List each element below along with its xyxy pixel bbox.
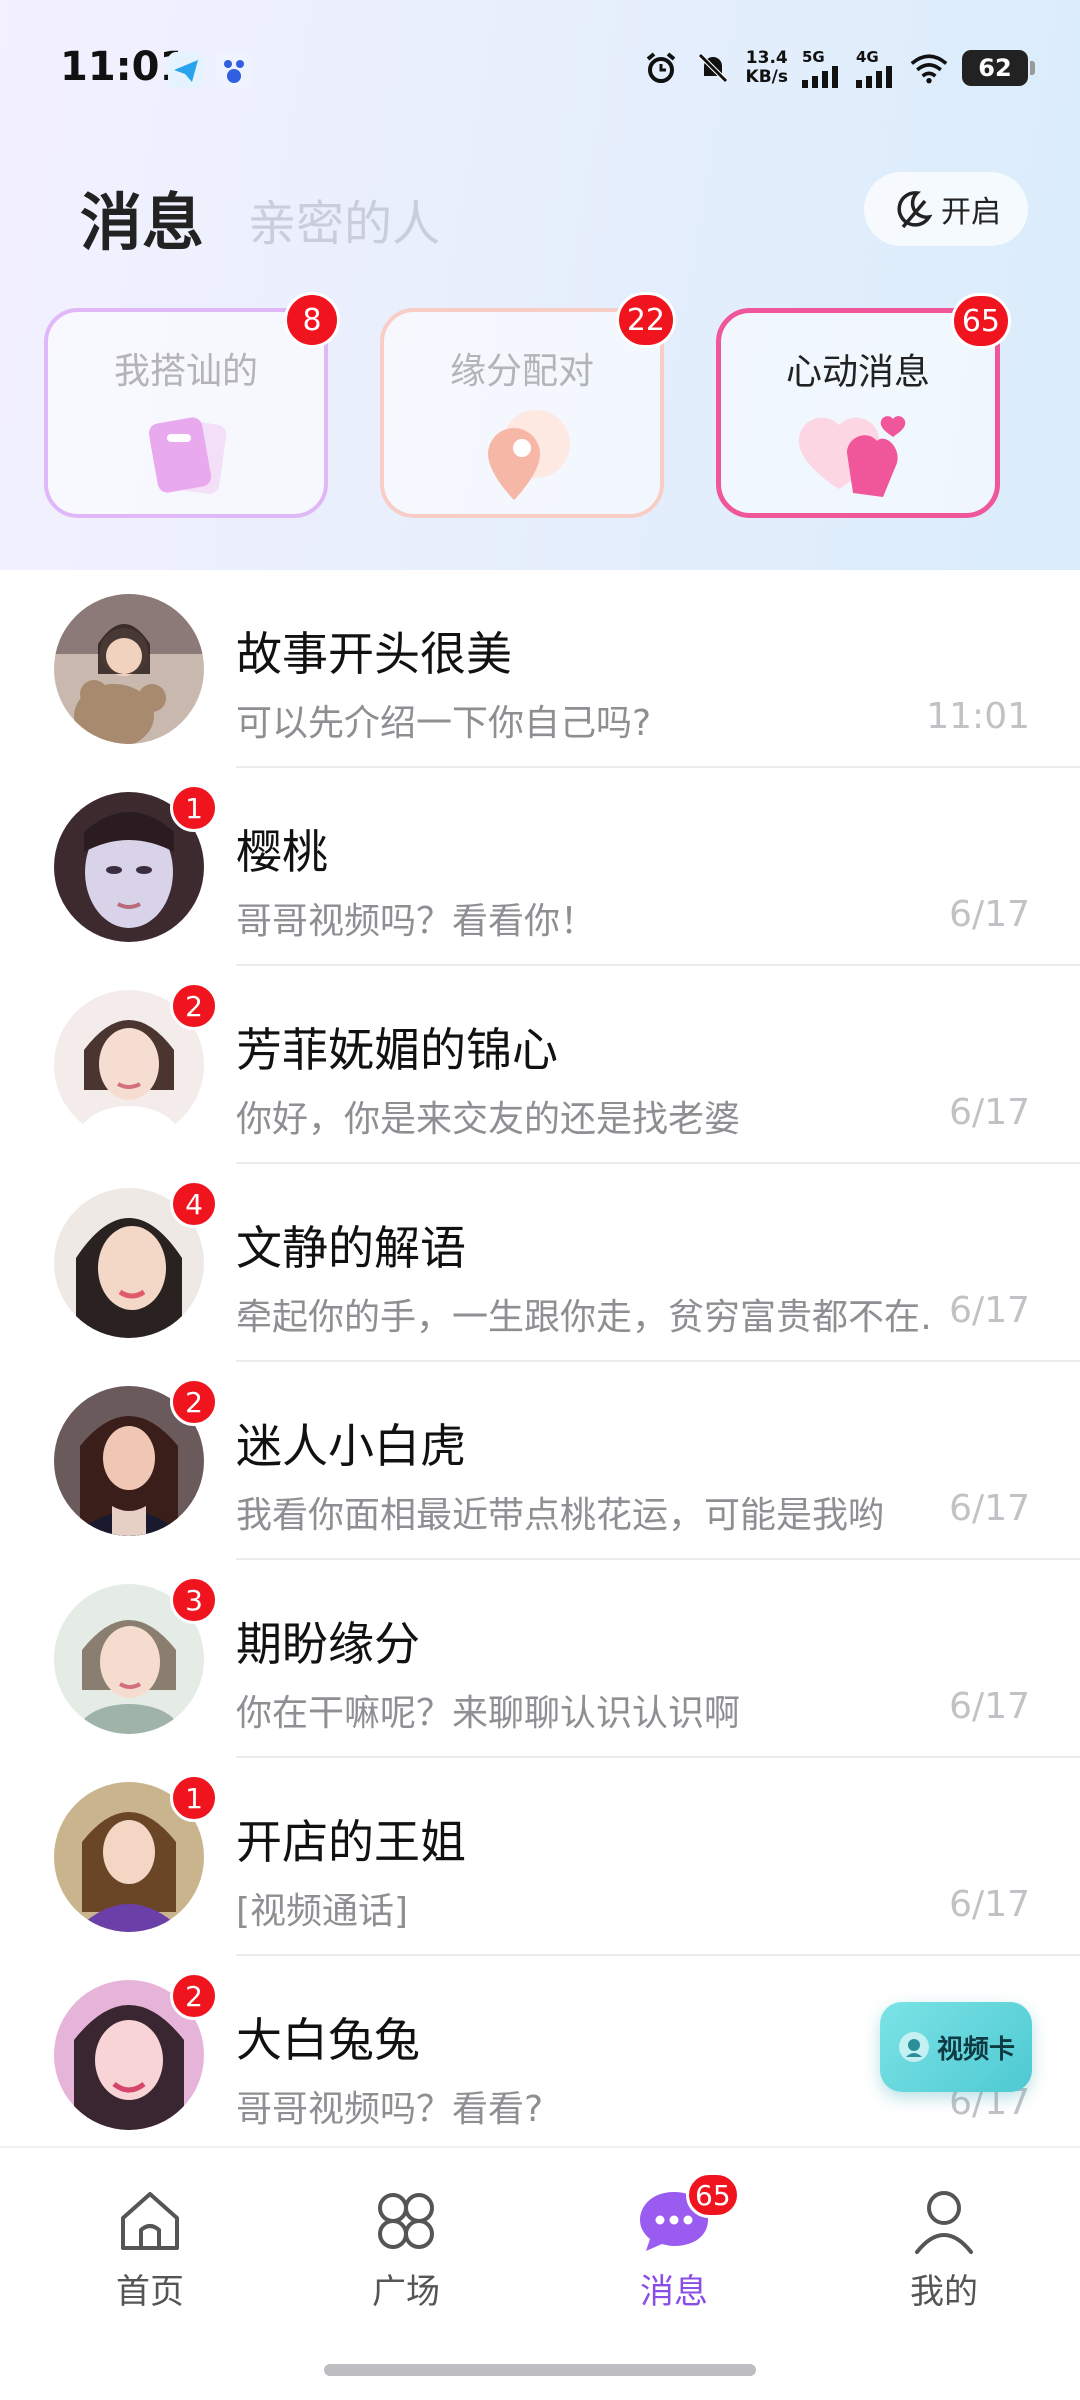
chat-name: 芳菲妩媚的锦心 <box>236 1023 558 1077</box>
video-card-button[interactable]: 视频卡 <box>880 2002 1032 2092</box>
chat-name: 开店的王姐 <box>236 1815 466 1869</box>
signal-4g: 4G <box>856 48 896 88</box>
avatar[interactable] <box>54 594 204 744</box>
unread-badge: 8 <box>284 292 340 348</box>
chat-preview: 你好，你是来交友的还是找老婆 <box>236 1099 741 1140</box>
nav-profile[interactable]: 我的 <box>864 2184 1024 2313</box>
alarm-icon <box>642 49 680 87</box>
mute-icon <box>694 49 732 87</box>
camera-icon <box>898 2032 929 2062</box>
chat-time: 6/17 <box>949 1884 1030 1925</box>
category-card-match[interactable]: 缘分配对 22 <box>380 292 676 518</box>
chat-name: 樱桃 <box>236 825 328 879</box>
unread-badge: 65 <box>686 2172 740 2218</box>
chat-time: 6/17 <box>949 1488 1030 1529</box>
chat-item[interactable]: 3 期盼缘分 你在干嘛呢？来聊聊认识认识啊 6/17 <box>0 1560 1080 1758</box>
wifi-icon <box>910 49 948 87</box>
chat-preview: 你在干嘛呢？来聊聊认识认识啊 <box>236 1693 741 1734</box>
unread-badge: 2 <box>170 1378 218 1426</box>
category-card-approached[interactable]: 我搭讪的 8 <box>44 292 340 518</box>
telegram-icon <box>168 52 204 88</box>
category-card-heartbeat[interactable]: 心动消息 65 <box>716 293 1011 518</box>
chat-preview: [视频通话] <box>236 1891 409 1932</box>
hearts-icon <box>721 401 995 511</box>
chat-item[interactable]: 1 开店的王姐 [视频通话] 6/17 <box>0 1758 1080 1956</box>
unread-badge: 2 <box>170 982 218 1030</box>
location-heart-icon <box>384 400 660 510</box>
chat-preview: 可以先介绍一下你自己吗? <box>236 703 652 744</box>
plaza-icon <box>326 2184 486 2258</box>
nav-messages[interactable]: 65 消息 <box>594 2172 754 2313</box>
status-bar: 11:01 13.4 KB/s 5G 4G 62 <box>0 0 1080 140</box>
chat-list: 故事开头很美 可以先介绍一下你自己吗? 11:01 1 樱桃 哥哥视频吗？看看你… <box>0 570 1080 2154</box>
open-button-label: 开启 <box>941 195 1001 230</box>
unread-badge: 4 <box>170 1180 218 1228</box>
unread-badge: 3 <box>170 1576 218 1624</box>
profile-icon <box>864 2184 1024 2258</box>
page-title: 消息 <box>80 186 205 259</box>
home-icon <box>70 2184 230 2258</box>
chat-time: 6/17 <box>949 894 1030 935</box>
chat-name: 文静的解语 <box>236 1221 466 1275</box>
chat-time: 11:01 <box>926 696 1030 737</box>
chat-item[interactable]: 故事开头很美 可以先介绍一下你自己吗? 11:01 <box>0 570 1080 768</box>
unread-badge: 22 <box>615 292 676 348</box>
unread-badge: 1 <box>170 784 218 832</box>
chat-item[interactable]: 2 迷人小白虎 我看你面相最近带点桃花运，可能是我哟 6/17 <box>0 1362 1080 1560</box>
chat-time: 6/17 <box>949 1092 1030 1133</box>
video-card-label: 视频卡 <box>936 2034 1015 2065</box>
tab-intimate[interactable]: 亲密的人 <box>248 184 440 254</box>
chat-name: 期盼缘分 <box>236 1617 420 1671</box>
bottom-nav: 首页 广场 65 消息 我的 <box>0 2146 1080 2400</box>
chat-preview: 我看你面相最近带点桃花运，可能是我哟 <box>236 1495 885 1536</box>
chat-item[interactable]: 1 樱桃 哥哥视频吗？看看你！ 6/17 <box>0 768 1080 966</box>
nav-plaza[interactable]: 广场 <box>326 2184 486 2313</box>
message-icon: 65 <box>594 2172 754 2258</box>
cards-icon <box>48 400 324 510</box>
home-indicator[interactable] <box>324 2364 756 2376</box>
signal-icon <box>802 66 838 88</box>
unread-badge: 2 <box>170 1972 218 2020</box>
network-speed: 13.4 KB/s <box>745 48 788 87</box>
chat-time: 6/17 <box>949 1290 1030 1331</box>
chat-name: 故事开头很美 <box>236 627 512 681</box>
baidu-icon <box>216 52 252 88</box>
chat-preview: 牵起你的手，一生跟你走，贫穷富贵都不在… <box>236 1297 936 1338</box>
unread-badge: 1 <box>170 1774 218 1822</box>
nav-home[interactable]: 首页 <box>70 2184 230 2313</box>
battery-indicator: 62 <box>962 50 1035 86</box>
chat-name: 迷人小白虎 <box>236 1419 466 1473</box>
chat-time: 6/17 <box>949 1686 1030 1727</box>
chat-item[interactable]: 4 文静的解语 牵起你的手，一生跟你走，贫穷富贵都不在… 6/17 <box>0 1164 1080 1362</box>
chat-item[interactable]: 2 芳菲妩媚的锦心 你好，你是来交友的还是找老婆 6/17 <box>0 966 1080 1164</box>
signal-5g: 5G <box>802 48 842 88</box>
moon-toggle-icon <box>897 191 933 229</box>
chat-preview: 哥哥视频吗？看看你！ <box>236 901 597 942</box>
unread-badge: 65 <box>950 293 1011 349</box>
chat-preview: 哥哥视频吗？看看? <box>236 2089 544 2130</box>
open-button[interactable]: 开启 <box>864 172 1028 246</box>
chat-name: 大白兔兔 <box>236 2013 420 2067</box>
